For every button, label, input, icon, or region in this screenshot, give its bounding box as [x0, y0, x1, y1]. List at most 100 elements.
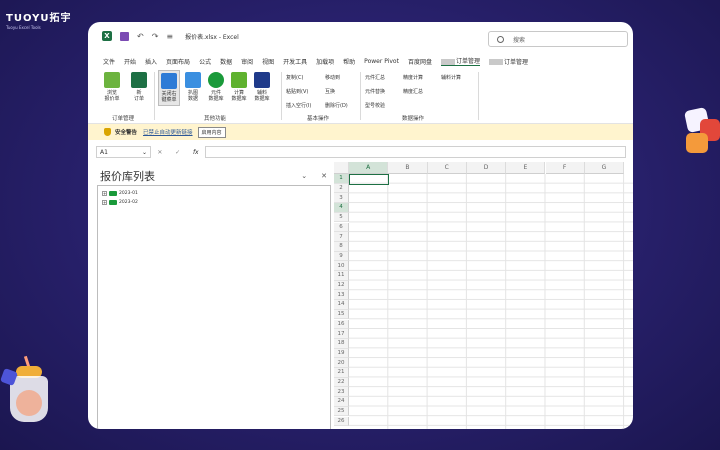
model-check-button[interactable]: 型号校验 [365, 102, 385, 109]
tree-item[interactable]: + 2023-02 [102, 198, 326, 207]
row-header[interactable]: 9 [334, 251, 349, 262]
column-header[interactable]: A [349, 162, 389, 174]
browse-quotes-button[interactable]: 浏览 报价单 [104, 72, 120, 102]
row-header[interactable]: 24 [334, 397, 349, 407]
component-db-button[interactable]: 元件 数据库 [208, 72, 224, 102]
row-header[interactable]: 18 [334, 338, 349, 349]
row-header[interactable]: 14 [334, 300, 349, 310]
tab-view[interactable]: 视图 [262, 57, 274, 66]
security-warning-link[interactable]: 已禁止自动更新链接 [143, 128, 193, 136]
new-order-button[interactable]: 新 订单 [131, 72, 147, 102]
image-data-icon [185, 72, 201, 88]
row-header[interactable]: 23 [334, 387, 349, 398]
redo-icon[interactable]: ↷ [152, 32, 159, 41]
row-header[interactable]: 26 [334, 416, 349, 427]
image-data-button[interactable]: 扒图 数据 [185, 72, 201, 102]
material-db-button[interactable]: 辅料 数据库 [254, 72, 270, 102]
paste-to-button[interactable]: 粘贴到(V) [286, 88, 308, 95]
row-header[interactable]: 10 [334, 261, 349, 271]
save-icon[interactable] [120, 31, 129, 41]
row-header[interactable]: 7 [334, 232, 349, 242]
decorative-cup-icon [0, 355, 54, 426]
search-icon [497, 35, 504, 43]
row-header[interactable]: 8 [334, 241, 349, 252]
document-title: 报价表.xlsx - Excel [185, 33, 239, 41]
precision-summary-button[interactable]: 精度汇总 [403, 88, 423, 95]
row-header[interactable]: 6 [334, 222, 349, 233]
precision-calc-button[interactable]: 精度计算 [403, 74, 423, 81]
tree-item-label: 2023-02 [119, 200, 138, 205]
expand-icon[interactable]: + [102, 191, 107, 196]
cell-area[interactable] [349, 174, 633, 429]
row-header[interactable]: 4 [334, 203, 349, 213]
component-replace-button[interactable]: 元件替换 [365, 88, 385, 95]
expand-icon[interactable]: + [102, 200, 107, 205]
row-header[interactable]: 19 [334, 348, 349, 359]
pane-close-icon[interactable]: ✕ [321, 172, 327, 180]
tab-baidu-netdisk[interactable]: 百度网盘 [408, 57, 432, 66]
row-header[interactable]: 3 [334, 193, 349, 204]
row-header[interactable]: 21 [334, 368, 349, 378]
customize-quick-access-icon[interactable]: ≡ [166, 32, 173, 41]
undo-icon[interactable]: ↶ [137, 32, 144, 41]
column-header[interactable]: E [506, 162, 546, 174]
pane-options-chevron-icon[interactable]: ⌄ [301, 172, 307, 180]
row-header[interactable]: 17 [334, 329, 349, 339]
material-db-label: 辅料 数据库 [254, 90, 270, 102]
select-all-corner[interactable] [334, 162, 349, 174]
name-box-value: A1 [100, 148, 108, 156]
close-context-menu-button[interactable]: 关闭右 键菜单 [158, 70, 180, 106]
tab-addins[interactable]: 加载项 [316, 57, 334, 66]
tab-order-management-label: 订单管理 [455, 58, 480, 65]
confirm-icon[interactable]: ✓ [175, 149, 180, 156]
insert-function-icon[interactable]: fx [193, 149, 199, 156]
tab-page-layout[interactable]: 页面布局 [166, 57, 190, 66]
tab-review[interactable]: 审阅 [241, 57, 253, 66]
tab-file[interactable]: 文件 [103, 57, 115, 66]
search-input[interactable]: 搜索 [488, 31, 628, 47]
row-header[interactable]: 22 [334, 377, 349, 388]
tab-order-management[interactable]: 订单管理 [440, 56, 480, 66]
delete-row-button[interactable]: 删除行(D) [325, 102, 348, 109]
tab-home[interactable]: 开始 [124, 57, 136, 66]
formula-input[interactable] [205, 146, 626, 158]
cancel-icon[interactable]: ✕ [157, 149, 162, 156]
tab-insert[interactable]: 插入 [145, 57, 157, 66]
copy-button[interactable]: 复制(C) [286, 74, 303, 81]
material-calc-button[interactable]: 辅料计算 [441, 74, 461, 81]
worksheet-grid[interactable]: A B C D E F G 1 2 3 4 5 6 7 8 9 10 11 12… [334, 162, 633, 429]
column-header[interactable]: F [545, 162, 585, 174]
column-header[interactable]: G [584, 162, 625, 174]
column-header[interactable]: D [466, 162, 507, 174]
tab-data[interactable]: 数据 [220, 57, 232, 66]
tree-item[interactable]: + 2023-01 [102, 189, 326, 198]
row-header[interactable]: 20 [334, 358, 349, 368]
row-header[interactable]: 25 [334, 406, 349, 417]
row-header[interactable]: 12 [334, 280, 349, 291]
row-header[interactable]: 13 [334, 290, 349, 301]
move-to-button[interactable]: 移动到 [325, 74, 340, 81]
insert-blank-row-button[interactable]: 插入空行(I) [286, 102, 311, 109]
chevron-down-icon[interactable]: ⌄ [142, 149, 147, 156]
folder-open-icon [104, 72, 120, 88]
tab-developer[interactable]: 开发工具 [283, 57, 307, 66]
calc-db-button[interactable]: 计算 数据库 [231, 72, 247, 102]
row-header[interactable]: 1 [334, 174, 349, 184]
row-header[interactable]: 11 [334, 271, 349, 281]
active-cell[interactable] [349, 174, 389, 185]
component-summary-button[interactable]: 元件汇总 [365, 74, 385, 81]
column-header[interactable]: C [427, 162, 467, 174]
tab-help[interactable]: 帮助 [343, 57, 355, 66]
name-box[interactable]: A1 ⌄ [96, 146, 151, 158]
swap-button[interactable]: 互换 [325, 88, 335, 95]
component-db-icon [208, 72, 224, 88]
row-header[interactable]: 16 [334, 319, 349, 330]
enable-content-button[interactable]: 启用内容 [197, 126, 226, 138]
tab-power-pivot[interactable]: Power Pivot [364, 58, 399, 65]
tab-formulas[interactable]: 公式 [199, 57, 211, 66]
row-header[interactable]: 2 [334, 183, 349, 194]
row-header[interactable]: 5 [334, 212, 349, 223]
column-header[interactable]: B [388, 162, 428, 174]
tab-order-management-2[interactable]: 订单管理 [488, 57, 528, 66]
row-header[interactable]: 15 [334, 309, 349, 320]
